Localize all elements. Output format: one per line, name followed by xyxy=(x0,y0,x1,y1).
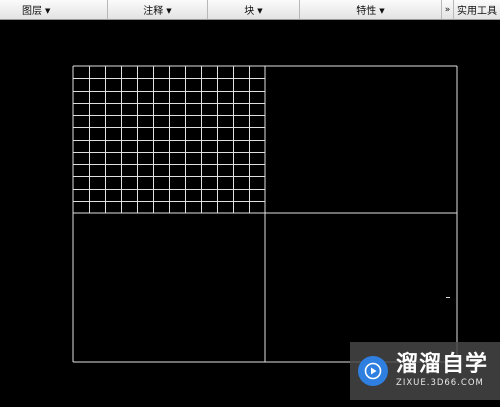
dropdown-arrow-icon: ▼ xyxy=(257,6,263,15)
dropdown-arrow-icon: ▼ xyxy=(45,6,51,15)
drawing-geometry xyxy=(72,65,458,363)
ribbon-panel-utilities-label: 实用工具 xyxy=(457,6,497,17)
watermark-url: ZIXUE.3D66.COM xyxy=(396,378,484,388)
ribbon-panel-layers-label: 图层 xyxy=(22,6,42,17)
dropdown-arrow-icon: ▼ xyxy=(379,6,385,15)
dropdown-arrow-icon: ▼ xyxy=(166,6,172,15)
ribbon-panel-layers[interactable]: 图层 ▼ xyxy=(0,0,108,19)
ribbon-panel-properties[interactable]: 特性 ▼ xyxy=(300,0,442,19)
ribbon-panel-properties-label: 特性 xyxy=(356,6,377,17)
crosshair-cursor xyxy=(446,297,450,298)
watermark-title: 溜溜自学 xyxy=(396,352,489,377)
ribbon-overflow-button[interactable]: » xyxy=(442,0,454,19)
ribbon-panel-block[interactable]: 块 ▼ xyxy=(208,0,300,19)
watermark-badge: 溜溜自学 ZIXUE.3D66.COM xyxy=(350,342,500,400)
ribbon-panel-utilities[interactable]: 实用工具 ▼ xyxy=(454,0,500,19)
ribbon-panel-block-label: 块 xyxy=(244,6,255,17)
ribbon-panel-annotation[interactable]: 注释 ▼ xyxy=(108,0,208,19)
play-logo-icon xyxy=(358,356,388,386)
ribbon-panel-annotation-label: 注释 xyxy=(143,6,164,17)
ribbon-panel-bar: 图层 ▼ 注释 ▼ 块 ▼ 特性 ▼ » 实用工具 ▼ xyxy=(0,0,500,20)
overflow-chevron-icon: » xyxy=(444,4,451,15)
